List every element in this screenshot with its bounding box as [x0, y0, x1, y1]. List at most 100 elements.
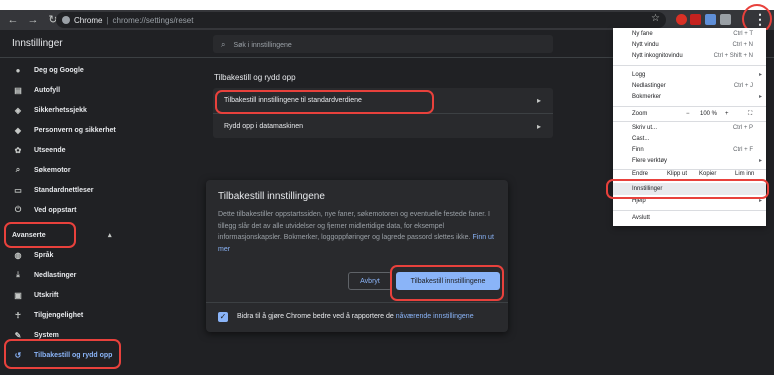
- url-text: chrome://settings/reset: [112, 15, 194, 25]
- highlight-reset-sidebar: [4, 339, 121, 369]
- menu-item-label: Nytt inkognitovindu: [632, 53, 683, 59]
- sidebar-item-label: Utseende: [34, 146, 66, 154]
- zoom-value: 100 %: [700, 111, 718, 117]
- clipboard-icon: ▤: [14, 85, 22, 95]
- section-title: Tilbakestill og rydd opp: [214, 73, 296, 82]
- highlight-reset-button: [390, 265, 504, 301]
- shield-icon: ◆: [14, 125, 22, 135]
- sidebar-item-on-startup[interactable]: ⏻ Ved oppstart: [0, 200, 130, 220]
- extensions-puzzle-icon[interactable]: [720, 14, 731, 25]
- menu-item-label: Finn: [632, 147, 644, 153]
- menu-item-zoom: Zoom − 100 % + ⛶: [613, 108, 766, 120]
- cleanup-computer-row[interactable]: Rydd opp i datamaskinen ▸: [213, 113, 553, 138]
- menu-divider: [613, 65, 766, 66]
- extension-icon-blue[interactable]: [705, 14, 716, 25]
- sidebar: ● Deg og Google ▤ Autofyll ◈ Sikkerhetssjek…: [0, 60, 130, 365]
- highlight-settings-menu-item: [606, 179, 769, 199]
- cut-button[interactable]: Klipp ut: [667, 171, 687, 177]
- menu-item-more-tools[interactable]: Flere verktøy ▸: [613, 155, 766, 167]
- dialog-body: Dette tilbakestiller oppstartssiden, nye…: [218, 209, 500, 255]
- menu-divider: [613, 106, 766, 107]
- zoom-label: Zoom: [632, 111, 648, 117]
- menu-shortcut: Ctrl + P: [732, 125, 753, 131]
- menu-divider: [613, 210, 766, 211]
- report-checkbox[interactable]: ✓: [218, 312, 228, 322]
- sidebar-item-autofill[interactable]: ▤ Autofyll: [0, 80, 130, 100]
- paste-button[interactable]: Lim inn: [735, 171, 754, 177]
- extension-icon-mail[interactable]: [690, 14, 701, 25]
- sidebar-item-label: Tilgjengelighet: [34, 311, 84, 319]
- sidebar-item-search-engine[interactable]: ⌕ Søkemotor: [0, 160, 130, 180]
- fullscreen-icon[interactable]: ⛶: [748, 111, 752, 118]
- sidebar-item-downloads[interactable]: ⤓ Nedlastinger: [0, 265, 130, 285]
- sidebar-item-default-browser[interactable]: ▭ Standardnettleser: [0, 180, 130, 200]
- sidebar-item-appearance[interactable]: ✿ Utseende: [0, 140, 130, 160]
- menu-item-label: Bokmerker: [632, 94, 662, 100]
- search-placeholder: Søk i innstillingene: [233, 42, 292, 49]
- address-bar[interactable]: Chrome | chrome://settings/reset ☆: [56, 12, 666, 28]
- browser-window-icon: ▭: [14, 185, 22, 195]
- search-icon: ⌕: [15, 165, 21, 174]
- footer-text: Bidra til å gjøre Chrome bedre ved å rap…: [237, 313, 396, 320]
- extension-icon-red[interactable]: [676, 14, 687, 25]
- back-button[interactable]: ←: [6, 13, 20, 27]
- menu-shortcut: Ctrl + Shift + N: [713, 53, 753, 59]
- highlight-reset-row: [215, 90, 434, 114]
- chevron-right-icon: ▸: [536, 96, 541, 105]
- bookmark-star-icon[interactable]: ☆: [651, 13, 660, 24]
- search-icon: ⌕: [221, 40, 226, 49]
- sidebar-item-printing[interactable]: ▣ Utskrift: [0, 285, 130, 305]
- menu-item-incognito[interactable]: Nytt inkognitovindu Ctrl + Shift + N: [613, 50, 766, 62]
- menu-shortcut: Ctrl + T: [733, 31, 753, 37]
- sidebar-item-privacy[interactable]: ◆ Personvern og sikkerhet: [0, 120, 130, 140]
- sidebar-item-safety-check[interactable]: ◈ Sikkerhetssjekk: [0, 100, 130, 120]
- search-input[interactable]: ⌕ Søk i innstillingene: [213, 35, 553, 53]
- download-icon: ⤓: [16, 270, 20, 279]
- globe-icon: ◍: [14, 250, 22, 260]
- menu-item-bookmarks[interactable]: Bokmerker ▸: [613, 91, 766, 103]
- sidebar-item-label: Utskrift: [34, 291, 59, 299]
- palette-icon: ✿: [14, 145, 22, 155]
- current-settings-link[interactable]: nåværende innstillingene: [396, 313, 474, 320]
- power-icon: ⏻: [14, 205, 22, 214]
- menu-item-label: Cast...: [632, 136, 650, 142]
- sidebar-item-label: Ved oppstart: [34, 206, 77, 214]
- menu-item-exit[interactable]: Avslutt: [613, 212, 766, 224]
- sidebar-item-label: Autofyll: [34, 86, 61, 94]
- zoom-in-button[interactable]: +: [725, 111, 729, 117]
- sidebar-item-languages[interactable]: ◍ Språk: [0, 245, 130, 265]
- submenu-arrow-icon: ▸: [758, 72, 762, 78]
- chevron-right-icon: ▸: [536, 122, 541, 131]
- menu-item-edit: Endre Klipp ut Kopier Lim inn: [613, 170, 766, 177]
- submenu-arrow-icon: ▸: [758, 158, 762, 164]
- page-title: Innstillinger: [12, 38, 63, 49]
- sidebar-item-label: Standardnettleser: [34, 186, 94, 194]
- edit-label: Endre: [632, 171, 649, 177]
- sidebar-item-label: Språk: [34, 251, 54, 259]
- accessibility-icon: ☥: [15, 310, 21, 320]
- menu-item-label: Logg: [632, 72, 646, 78]
- menu-item-label: Nedlastinger: [632, 83, 666, 89]
- menu-shortcut: Ctrl + J: [733, 83, 753, 89]
- copy-button[interactable]: Kopier: [699, 171, 716, 177]
- person-icon: ●: [15, 65, 21, 75]
- highlight-advanced: [4, 222, 76, 248]
- menu-item-label: Nytt vindu: [632, 42, 659, 48]
- cancel-button[interactable]: Avbryt: [348, 272, 392, 290]
- sidebar-item-you-and-google[interactable]: ● Deg og Google: [0, 60, 130, 80]
- menu-shortcut: Ctrl + N: [732, 42, 753, 48]
- chevron-up-icon: ▴: [108, 232, 112, 239]
- sidebar-item-label: Nedlastinger: [34, 271, 77, 279]
- sidebar-item-label: Deg og Google: [34, 66, 84, 74]
- dialog-footer: ✓ Bidra til å gjøre Chrome bedre ved å r…: [206, 302, 508, 332]
- zoom-out-button[interactable]: −: [686, 111, 690, 117]
- sidebar-item-accessibility[interactable]: ☥ Tilgjengelighet: [0, 305, 130, 325]
- forward-button[interactable]: →: [26, 13, 40, 27]
- sidebar-item-label: Personvern og sikkerhet: [34, 126, 116, 134]
- address-separator: |: [106, 15, 109, 25]
- menu-item-label: Avslutt: [632, 215, 650, 221]
- dialog-body-text: Dette tilbakestiller oppstartssiden, nye…: [218, 211, 490, 241]
- sidebar-item-label: Sikkerhetssjekk: [34, 106, 87, 114]
- menu-item-label: Flere verktøy: [632, 158, 668, 164]
- dialog-title: Tilbakestill innstillingene: [218, 191, 325, 202]
